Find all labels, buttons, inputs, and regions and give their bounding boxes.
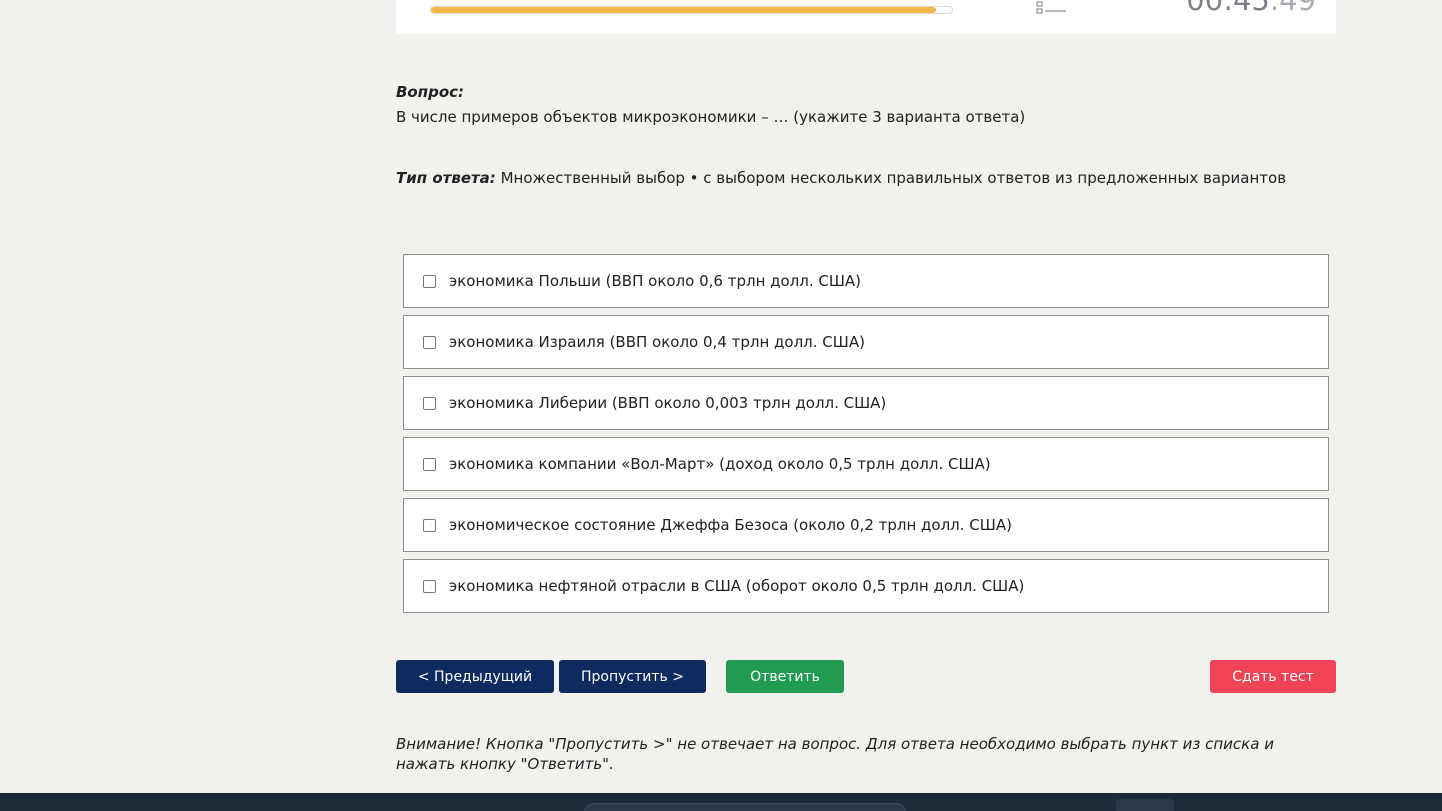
test-page: 00:45.49 Вопрос: В числе примеров объект… <box>0 0 1442 811</box>
answer-option-label: экономическое состояние Джеффа Безоса (о… <box>449 516 1012 534</box>
notice-text: Внимание! Кнопка "Пропустить >" не отвеч… <box>396 735 1274 773</box>
checkbox[interactable] <box>423 579 436 593</box>
progress-bar <box>430 6 953 14</box>
answer-type-label: Тип ответа: <box>396 169 496 187</box>
answer-type: Тип ответа: Множественный выбор • с выбо… <box>396 169 1286 187</box>
finish-test-button[interactable]: Сдать тест <box>1210 660 1336 693</box>
skip-button[interactable]: Пропустить > <box>559 660 706 693</box>
answer-option[interactable]: экономика компании «Вол-Март» (доход око… <box>403 437 1329 491</box>
checkbox[interactable] <box>423 457 436 471</box>
timer: 00:45.49 <box>1186 0 1316 15</box>
answer-options: экономика Польши (ВВП около 0,6 трлн дол… <box>403 254 1329 620</box>
question-label: Вопрос: <box>396 83 465 101</box>
answer-option-label: экономика Либерии (ВВП около 0,003 трлн … <box>449 394 887 412</box>
progress-bar-fill <box>431 7 937 13</box>
status-panel: 00:45.49 <box>396 0 1336 34</box>
answer-option-label: экономика компании «Вол-Март» (доход око… <box>449 455 991 473</box>
checkbox[interactable] <box>423 396 436 410</box>
checkbox[interactable] <box>423 274 436 288</box>
answer-option[interactable]: экономическое состояние Джеффа Безоса (о… <box>403 498 1329 552</box>
list-icon[interactable] <box>1036 0 1070 14</box>
checkbox[interactable] <box>423 518 436 532</box>
question-text: В числе примеров объектов микроэкономики… <box>396 108 1026 126</box>
answer-option[interactable]: экономика Израиля (ВВП около 0,4 трлн до… <box>403 315 1329 369</box>
checkbox[interactable] <box>423 335 436 349</box>
answer-option-label: экономика нефтяной отрасли в США (оборот… <box>449 577 1025 595</box>
answer-button[interactable]: Ответить <box>726 660 844 693</box>
answer-option-label: экономика Польши (ВВП около 0,6 трлн дол… <box>449 272 862 290</box>
answer-option[interactable]: экономика нефтяной отрасли в США (оборот… <box>403 559 1329 613</box>
taskbar-search[interactable] <box>584 803 906 811</box>
answer-option-label: экономика Израиля (ВВП около 0,4 трлн до… <box>449 333 865 351</box>
taskbar-button[interactable] <box>1116 799 1174 811</box>
answer-option[interactable]: экономика Либерии (ВВП около 0,003 трлн … <box>403 376 1329 430</box>
previous-button[interactable]: < Предыдущий <box>396 660 554 693</box>
timer-main: 00:45 <box>1186 0 1270 17</box>
taskbar <box>0 793 1442 811</box>
answer-type-value: Множественный выбор • с выбором нескольк… <box>495 169 1287 187</box>
answer-option[interactable]: экономика Польши (ВВП около 0,6 трлн дол… <box>403 254 1329 308</box>
timer-fraction: .49 <box>1269 0 1316 17</box>
